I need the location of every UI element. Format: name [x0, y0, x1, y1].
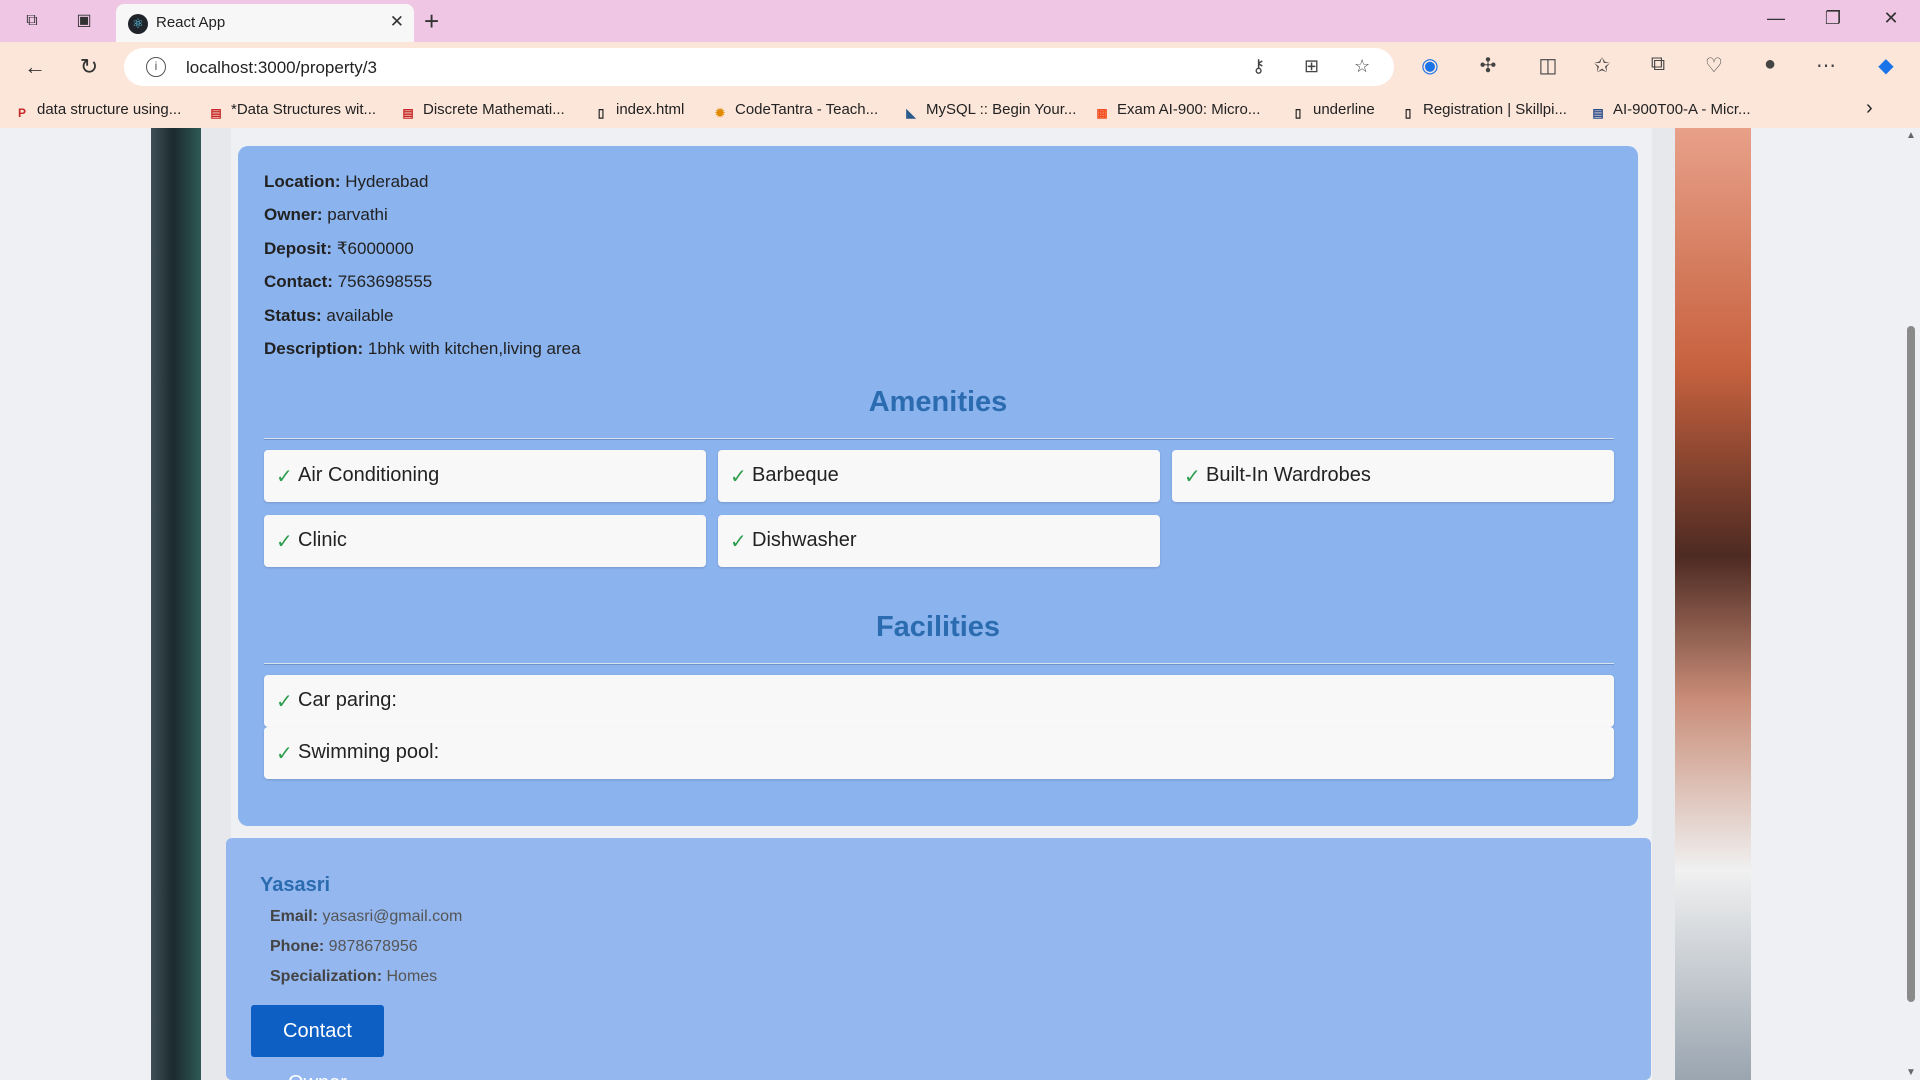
amenities-divider — [264, 438, 1614, 440]
bookmark-item[interactable]: ✹ CodeTantra - Teach... — [712, 101, 878, 121]
scroll-up-icon[interactable]: ▲ — [1906, 130, 1916, 141]
refresh-icon[interactable]: ↻ — [74, 54, 104, 80]
description-line: Description: 1bhk with kitchen,living ar… — [264, 339, 581, 358]
address-bar[interactable]: i localhost:3000/property/3 ⚷ ⊞ ☆ — [124, 48, 1394, 86]
page-viewport: Location: Hyderabad Owner: parvathi Depo… — [0, 128, 1920, 1080]
bookmark-item[interactable]: Pdata structure using... — [14, 101, 181, 121]
window-close-icon[interactable]: ✕ — [1876, 8, 1906, 29]
page-icon: ▤ — [1592, 106, 1604, 120]
scroll-down-icon[interactable]: ▼ — [1906, 1067, 1916, 1078]
restore-icon[interactable]: ❐ — [1818, 8, 1848, 29]
scroll-thumb[interactable] — [1907, 326, 1915, 1002]
extensions-icon[interactable]: ✣ — [1474, 53, 1502, 78]
collections-icon[interactable]: ⧉ — [1644, 53, 1672, 76]
microsoft-icon: ▦ — [1096, 106, 1108, 120]
check-icon: ✓ — [730, 466, 747, 488]
amenity-item: ✓ Air Conditioning — [264, 450, 706, 502]
url-text[interactable]: localhost:3000/property/3 — [186, 58, 377, 78]
location-line: Location: Hyderabad — [264, 172, 429, 191]
key-icon[interactable]: ⚷ — [1252, 56, 1265, 77]
bookmark-item[interactable]: ▯ Registration | Skillpi... — [1400, 101, 1567, 121]
amenity-item: ✓ Dishwasher — [718, 515, 1160, 567]
owner-email: Email: yasasri@gmail.com — [270, 908, 463, 925]
check-icon: ✓ — [276, 531, 293, 553]
facility-item: ✓ Swimming pool: — [264, 727, 1614, 779]
check-icon: ✓ — [276, 466, 293, 488]
codetantra-icon: ✹ — [714, 106, 726, 120]
contact-line: Contact: 7563698555 — [264, 272, 433, 291]
bookmark-item[interactable]: ◣ MySQL :: Begin Your... — [903, 101, 1076, 121]
bookmark-item[interactable]: ▦ Exam AI-900: Micro... — [1094, 101, 1260, 121]
profile-icon[interactable]: ● — [1756, 53, 1784, 76]
bookmark-item[interactable]: ▤ AI-900T00-A - Micr... — [1590, 101, 1750, 121]
owner-card: Yasasri Email: yasasri@gmail.com Phone: … — [226, 838, 1651, 1080]
check-icon: ✓ — [1184, 466, 1201, 488]
bookmark-item[interactable]: ▯ index.html — [593, 101, 685, 121]
amenity-item: ✓ Barbeque — [718, 450, 1160, 502]
minimize-icon[interactable]: — — [1761, 8, 1791, 29]
owner-phone: Phone: 9878678956 — [270, 938, 418, 955]
background-photo-left — [151, 128, 201, 1080]
file-icon: ▯ — [597, 106, 605, 120]
app-available-icon[interactable]: ⊞ — [1304, 56, 1319, 77]
owner-name: Yasasri — [260, 874, 331, 896]
split-screen-icon[interactable]: ◫ — [1534, 53, 1562, 78]
tab-bar: ⧉ ▣ ⚛ React App ✕ + — ❐ ✕ — [0, 0, 1920, 42]
copilot-icon[interactable]: ◆ — [1872, 53, 1900, 78]
bookmark-item[interactable]: ▯ underline — [1290, 101, 1375, 121]
react-icon: ⚛ — [128, 14, 148, 34]
favorites-icon[interactable]: ✩ — [1588, 53, 1616, 78]
amenity-item: ✓ Built-In Wardrobes — [1172, 450, 1614, 502]
read-aloud-icon[interactable]: ◉ — [1416, 53, 1444, 78]
tab-title: React App — [156, 14, 226, 31]
facilities-heading: Facilities — [875, 611, 1001, 643]
favorite-star-icon[interactable]: ☆ — [1354, 56, 1370, 77]
mysql-icon: ◣ — [906, 106, 916, 120]
tab-actions-icon[interactable]: ▣ — [72, 9, 96, 33]
bookmark-item[interactable]: ▤ *Data Structures wit... — [208, 101, 376, 121]
tab-react-app[interactable]: ⚛ React App ✕ — [116, 4, 414, 42]
new-tab-icon[interactable]: + — [424, 6, 439, 37]
check-icon: ✓ — [730, 531, 747, 553]
check-icon: ✓ — [276, 691, 293, 713]
file-icon: ▯ — [1404, 106, 1412, 120]
file-icon: ▯ — [1294, 106, 1302, 120]
page-frame — [1652, 128, 1675, 1080]
background-photo-right — [1675, 128, 1751, 1080]
bookmarks-overflow-icon[interactable]: › — [1866, 97, 1873, 120]
pdf-icon: ▤ — [210, 106, 222, 120]
contact-owner-button[interactable]: Contact Owner — [251, 1005, 384, 1080]
address-toolbar: ← ↻ i localhost:3000/property/3 ⚷ ⊞ ☆ ◉ … — [0, 42, 1920, 92]
back-icon[interactable]: ← — [20, 54, 50, 80]
status-line: Status: available — [264, 306, 394, 325]
owner-specialization: Specialization: Homes — [270, 968, 438, 985]
more-menu-icon[interactable]: ⋯ — [1812, 53, 1840, 78]
workspaces-icon[interactable]: ⧉ — [20, 9, 44, 33]
browser-essentials-icon[interactable]: ♡ — [1700, 53, 1728, 78]
close-icon[interactable]: ✕ — [390, 12, 404, 32]
check-icon: ✓ — [276, 743, 293, 765]
property-details-card: Location: Hyderabad Owner: parvathi Depo… — [238, 146, 1638, 826]
scrollbar[interactable]: ▲ ▼ — [1902, 128, 1920, 1080]
bookmark-item[interactable]: ▤ Discrete Mathemati... — [400, 101, 564, 121]
facilities-divider — [264, 663, 1614, 665]
pdf-icon: P — [17, 106, 26, 120]
bookmarks-bar: Pdata structure using... ▤ *Data Structur… — [0, 92, 1920, 128]
site-info-icon[interactable]: i — [146, 57, 166, 77]
amenity-item: ✓ Clinic — [264, 515, 706, 567]
pdf-icon: ▤ — [402, 106, 414, 120]
amenities-heading: Amenities — [868, 386, 1008, 418]
facility-item: ✓ Car paring: — [264, 675, 1614, 727]
owner-line: Owner: parvathi — [264, 205, 388, 224]
deposit-line: Deposit: ₹6000000 — [264, 239, 414, 258]
